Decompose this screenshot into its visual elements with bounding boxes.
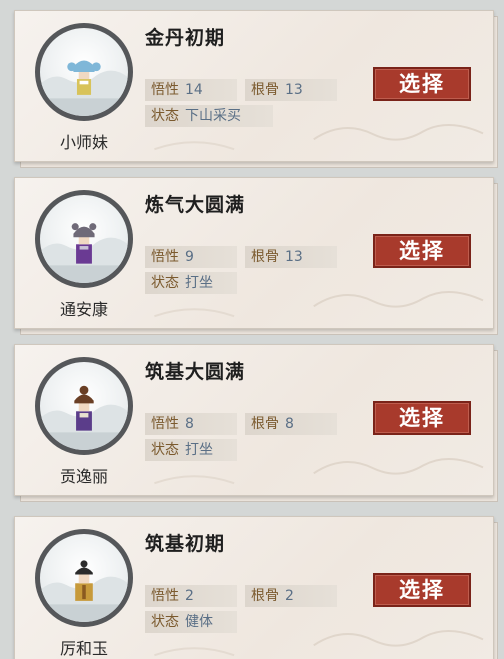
comprehension-value: 14 bbox=[185, 82, 203, 98]
root-bone-value: 13 bbox=[285, 249, 303, 265]
cultivation-realm: 金丹初期 bbox=[145, 27, 226, 49]
comprehension-label: 悟性 bbox=[151, 588, 179, 604]
comprehension-value: 2 bbox=[185, 588, 194, 604]
cultivation-realm: 筑基大圆满 bbox=[145, 361, 246, 383]
disciple-name: 厉和玉 bbox=[59, 639, 108, 658]
root-bone-label: 根骨 bbox=[251, 416, 279, 432]
comprehension-label: 悟性 bbox=[151, 82, 179, 98]
avatar[interactable] bbox=[35, 190, 133, 288]
comprehension-stat: 悟性 9 bbox=[145, 246, 237, 268]
root-bone-label: 根骨 bbox=[251, 82, 279, 98]
cultivation-realm: 筑基初期 bbox=[145, 533, 226, 555]
root-bone-value: 13 bbox=[285, 82, 303, 98]
root-bone-label: 根骨 bbox=[251, 588, 279, 604]
root-bone-value: 2 bbox=[285, 588, 294, 604]
disciple-card: 贡逸丽 筑基大圆满 悟性 8 根骨 8 状态 打坐 选择 bbox=[14, 344, 498, 502]
status-label: 状态 bbox=[151, 442, 179, 458]
card-paper: 通安康 炼气大圆满 悟性 9 根骨 13 状态 打坐 选择 bbox=[14, 177, 494, 329]
select-button[interactable]: 选择 bbox=[373, 573, 471, 607]
card-paper: 小师妹 金丹初期 悟性 14 根骨 13 状态 下山采买 选择 bbox=[14, 10, 494, 162]
status-value: 打坐 bbox=[185, 442, 213, 458]
character-sprite bbox=[40, 560, 128, 622]
status-label: 状态 bbox=[151, 108, 179, 124]
root-bone-stat: 根骨 13 bbox=[245, 79, 337, 101]
disciple-name: 通安康 bbox=[59, 300, 108, 319]
status-stat: 状态 健体 bbox=[145, 611, 237, 633]
character-sprite bbox=[40, 60, 128, 116]
status-stat: 状态 下山采买 bbox=[145, 105, 273, 127]
root-bone-value: 8 bbox=[285, 416, 294, 432]
card-paper: 厉和玉 筑基初期 悟性 2 根骨 2 状态 健体 选择 bbox=[14, 516, 494, 659]
disciple-card: 小师妹 金丹初期 悟性 14 根骨 13 状态 下山采买 选择 bbox=[14, 10, 498, 168]
status-label: 状态 bbox=[151, 275, 179, 291]
status-label: 状态 bbox=[151, 614, 179, 630]
select-button[interactable]: 选择 bbox=[373, 234, 471, 268]
status-value: 下山采买 bbox=[185, 108, 241, 124]
comprehension-stat: 悟性 2 bbox=[145, 585, 237, 607]
disciple-name: 小师妹 bbox=[59, 133, 108, 152]
disciple-name: 贡逸丽 bbox=[59, 467, 108, 486]
comprehension-stat: 悟性 8 bbox=[145, 413, 237, 435]
root-bone-stat: 根骨 2 bbox=[245, 585, 337, 607]
character-sprite bbox=[40, 385, 128, 450]
root-bone-stat: 根骨 8 bbox=[245, 413, 337, 435]
status-value: 打坐 bbox=[185, 275, 213, 291]
comprehension-label: 悟性 bbox=[151, 416, 179, 432]
comprehension-stat: 悟性 14 bbox=[145, 79, 237, 101]
avatar[interactable] bbox=[35, 23, 133, 121]
cultivation-realm: 炼气大圆满 bbox=[145, 194, 246, 216]
select-button[interactable]: 选择 bbox=[373, 67, 471, 101]
select-button[interactable]: 选择 bbox=[373, 401, 471, 435]
root-bone-stat: 根骨 13 bbox=[245, 246, 337, 268]
comprehension-label: 悟性 bbox=[151, 249, 179, 265]
comprehension-value: 8 bbox=[185, 416, 194, 432]
status-value: 健体 bbox=[185, 614, 213, 630]
root-bone-label: 根骨 bbox=[251, 249, 279, 265]
disciple-list[interactable]: 小师妹 金丹初期 悟性 14 根骨 13 状态 下山采买 选择 通安康 炼气大圆… bbox=[0, 0, 504, 659]
card-paper: 贡逸丽 筑基大圆满 悟性 8 根骨 8 状态 打坐 选择 bbox=[14, 344, 494, 496]
comprehension-value: 9 bbox=[185, 249, 194, 265]
disciple-card: 厉和玉 筑基初期 悟性 2 根骨 2 状态 健体 选择 bbox=[14, 516, 498, 659]
character-sprite bbox=[40, 223, 128, 283]
status-stat: 状态 打坐 bbox=[145, 272, 237, 294]
status-stat: 状态 打坐 bbox=[145, 439, 237, 461]
avatar[interactable] bbox=[35, 357, 133, 455]
disciple-card: 通安康 炼气大圆满 悟性 9 根骨 13 状态 打坐 选择 bbox=[14, 177, 498, 335]
avatar[interactable] bbox=[35, 529, 133, 627]
